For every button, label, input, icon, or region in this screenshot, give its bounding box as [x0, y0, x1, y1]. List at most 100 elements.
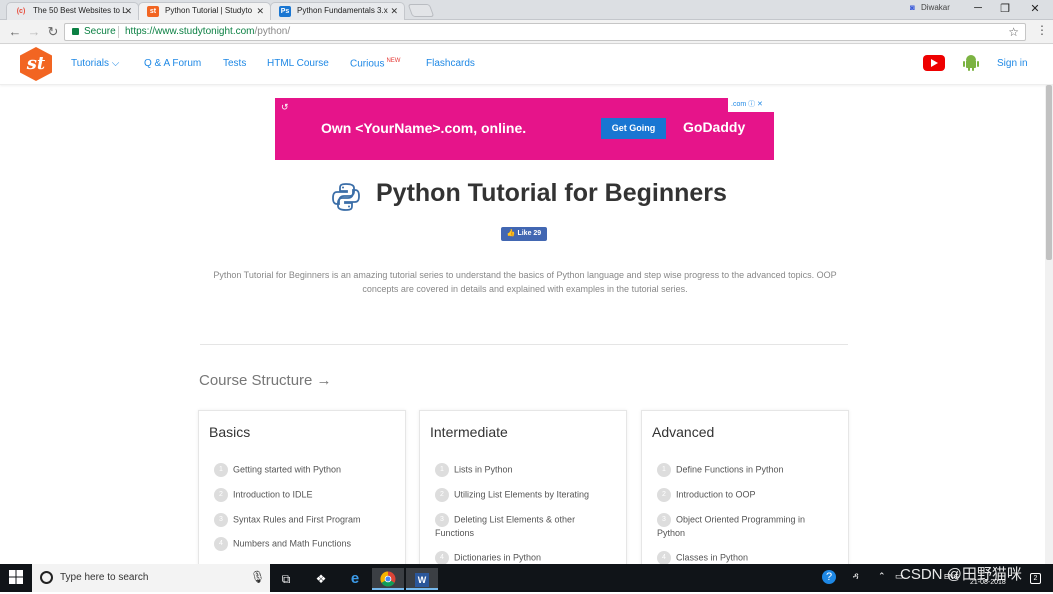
python-logo-icon	[332, 183, 360, 211]
ad-brand-logo: GoDaddy	[683, 119, 746, 135]
item-label: Introduction to OOP	[676, 489, 756, 500]
sign-in-link[interactable]: Sign in	[997, 58, 1028, 69]
close-window-icon[interactable]: ✕	[1025, 2, 1045, 15]
item-number: 3	[435, 513, 449, 527]
tab-favicon: st	[147, 6, 159, 17]
back-arrow-icon[interactable]: ←	[8, 24, 22, 40]
site-header: st Tutorials ⌵ Q & A Forum Tests HTML Co…	[0, 45, 1053, 85]
page-scrollbar[interactable]	[1045, 85, 1053, 564]
list-item[interactable]: 1 Getting started with Python	[214, 463, 402, 477]
edge-icon[interactable]: e	[339, 568, 371, 590]
task-view-icon[interactable]: ⧉	[270, 568, 302, 590]
browser-tab-strip: (c) The 50 Best Websites to L ✕ st Pytho…	[0, 0, 1053, 20]
forward-arrow-icon[interactable]: →	[27, 24, 41, 40]
nav-qa-forum[interactable]: Q & A Forum	[144, 58, 201, 69]
studytonight-logo[interactable]: st	[20, 47, 52, 81]
nav-tests[interactable]: Tests	[223, 58, 246, 69]
tab-3[interactable]: Ps Python Fundamentals 3.x ✕	[270, 2, 405, 20]
people-icon[interactable]: ዳ	[853, 571, 859, 582]
ad-banner[interactable]: ↺ Own <YourName>.com, online. Get Going …	[275, 98, 774, 160]
item-label: Lists in Python	[454, 464, 513, 475]
like-count: Like 29	[517, 230, 542, 237]
close-tab-icon[interactable]: ✕	[390, 3, 398, 19]
new-tab-button[interactable]	[407, 4, 435, 17]
list-item[interactable]: 2 Utilizing List Elements by Iterating	[435, 488, 623, 502]
card-title: Advanced	[652, 424, 715, 440]
nav-html-course[interactable]: HTML Course	[267, 58, 329, 69]
notifications-icon[interactable]: 2	[1030, 573, 1041, 584]
ad-headline: Own <YourName>.com, online.	[321, 120, 527, 136]
url-host: https://www.studytonight.com	[125, 26, 255, 37]
divider	[200, 344, 848, 345]
close-tab-icon[interactable]: ✕	[256, 3, 264, 19]
list-item[interactable]: 2 Introduction to IDLE	[214, 488, 402, 502]
item-label: Deleting List Elements & other Functions	[435, 514, 576, 538]
nav-tutorials[interactable]: Tutorials ⌵	[71, 58, 119, 69]
tab-title: Python Fundamentals 3.x	[297, 6, 388, 15]
list-item[interactable]: 2 Introduction to OOP	[657, 488, 845, 502]
secure-label: Secure	[84, 26, 116, 37]
item-number: 3	[657, 513, 671, 527]
tab-favicon: (c)	[16, 8, 26, 15]
list-item[interactable]: 4 Dictionaries in Python	[435, 551, 623, 565]
list-item[interactable]: 1 Lists in Python	[435, 463, 623, 477]
list-item[interactable]: 3 Object Oriented Programming in Python	[657, 513, 827, 540]
intro-paragraph: Python Tutorial for Beginners is an amaz…	[213, 270, 837, 294]
tab-2-active[interactable]: st Python Tutorial | Studyto ✕	[138, 2, 271, 20]
nav-curious[interactable]: Curious NEW	[350, 58, 400, 69]
tab-title: Python Tutorial | Studyto	[165, 6, 253, 15]
card-advanced: Advanced 1 Define Functions in Python 2 In…	[641, 410, 849, 570]
maximize-icon[interactable]: ❐	[995, 2, 1015, 15]
omnibox-divider	[118, 26, 119, 38]
windows-start-icon[interactable]	[9, 570, 23, 584]
ad-replay-icon[interactable]: ↺	[281, 102, 289, 113]
chrome-icon[interactable]	[372, 568, 404, 590]
list-item[interactable]: 1 Define Functions in Python	[657, 463, 845, 477]
facebook-like-button[interactable]: 👍 Like 29	[501, 227, 547, 241]
browser-user[interactable]: ◙ Diwakar	[910, 3, 950, 12]
microphone-icon[interactable]: 🎙	[250, 570, 265, 584]
item-number: 2	[214, 488, 228, 502]
nav-flashcards[interactable]: Flashcards	[426, 58, 475, 69]
list-item[interactable]: 4 Classes in Python	[657, 551, 845, 565]
item-label: Numbers and Math Functions	[233, 538, 352, 549]
new-badge: NEW	[386, 58, 401, 64]
user-icon: ◙	[910, 3, 915, 12]
item-number: 4	[214, 537, 228, 551]
reload-icon[interactable]: ↻	[46, 24, 60, 40]
list-item[interactable]: 4 Numbers and Math Functions	[214, 537, 402, 551]
scrollbar-thumb[interactable]	[1046, 85, 1052, 260]
ad-choices-badge[interactable]: .com ⓘ ✕	[728, 98, 774, 112]
item-number: 4	[435, 551, 449, 565]
close-tab-icon[interactable]: ✕	[124, 3, 132, 19]
windows-taskbar: Type here to search 🎙 ⧉ ❖ e W ? ዳ ⌃ ▭ EN…	[0, 564, 1053, 592]
help-icon[interactable]: ?	[822, 570, 836, 584]
taskbar-search-box[interactable]: Type here to search 🎙	[32, 564, 270, 592]
word-icon[interactable]: W	[406, 568, 438, 590]
item-label: Introduction to IDLE	[233, 489, 313, 500]
course-structure-heading[interactable]: Course Structure →	[199, 372, 332, 389]
item-number: 2	[435, 488, 449, 502]
card-title: Basics	[209, 424, 251, 440]
ad-badge-text: .com	[731, 101, 747, 108]
tab-1[interactable]: (c) The 50 Best Websites to L ✕	[6, 2, 139, 20]
item-label: Dictionaries in Python	[454, 552, 542, 563]
url-text[interactable]: https://www.studytonight.com/python/	[125, 24, 290, 40]
minimize-icon[interactable]: ─	[968, 2, 988, 14]
item-label: Utilizing List Elements by Iterating	[454, 489, 590, 500]
address-toolbar: ← → ↻ Secure https://www.studytonight.co…	[0, 20, 1053, 44]
ad-cta-button[interactable]: Get Going	[601, 118, 666, 139]
bookmark-star-icon[interactable]: ☆	[1008, 24, 1019, 40]
android-icon[interactable]	[962, 54, 980, 72]
csdn-watermark: CSDN @田野猫咪	[900, 566, 1022, 583]
list-item[interactable]: 3 Deleting List Elements & other Function…	[435, 513, 595, 540]
tray-chevron-icon[interactable]: ⌃	[878, 571, 886, 582]
card-intermediate: Intermediate 1 Lists in Python 2 Utilizing…	[419, 410, 627, 570]
search-placeholder: Type here to search	[60, 572, 149, 583]
browser-menu-icon[interactable]: ⋮	[1036, 23, 1048, 37]
omnibox[interactable]: Secure https://www.studytonight.com/pyth…	[64, 23, 1026, 41]
list-item[interactable]: 3 Syntax Rules and First Program	[214, 513, 402, 527]
item-label: Classes in Python	[676, 552, 749, 563]
youtube-icon[interactable]	[923, 55, 945, 71]
dropbox-icon[interactable]: ❖	[305, 568, 337, 590]
